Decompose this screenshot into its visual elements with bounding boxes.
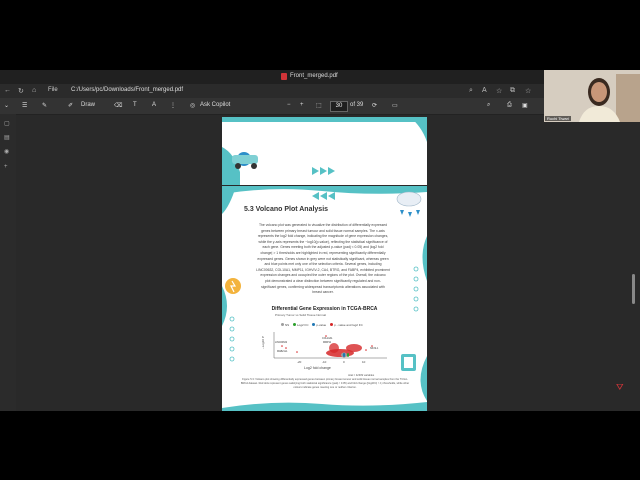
participant-name: Ruchi Tiwari (545, 116, 571, 121)
sidebar-tabs-icon[interactable]: ▢ (4, 120, 10, 127)
contents-icon[interactable]: ☰ (22, 102, 27, 109)
pdf-page-current: 5.3 Volcano Plot Analysis The volcano pl… (222, 186, 427, 411)
read-aloud-icon[interactable]: A (152, 102, 156, 108)
print-icon[interactable]: ⎙ (507, 102, 512, 109)
gene-label: MAB21L1 (277, 350, 288, 353)
x-tick: 10 (362, 360, 366, 364)
favorite-icon[interactable]: ☆ (496, 87, 502, 95)
copilot-icon[interactable]: ◎ (190, 102, 195, 109)
x-tick: 0 (343, 360, 345, 364)
favorites-icon[interactable]: ☆ (525, 87, 531, 95)
gene-label: MMP11 (323, 341, 332, 344)
screen: Front_merged.pdf ← ↻ ⌂ File C:/Users/pc/… (0, 70, 640, 411)
text-icon[interactable]: T (133, 102, 137, 108)
page-total: of 39 (350, 102, 364, 108)
draw-button[interactable]: Draw (81, 102, 95, 108)
ask-copilot-button[interactable]: Ask Copilot (200, 102, 230, 108)
webcam-overlay: Ruchi Tiwari (544, 70, 640, 122)
search-icon[interactable]: ⌕ (487, 102, 490, 109)
highlight-icon[interactable]: ✎ (42, 102, 47, 109)
x-tick: -20 (297, 360, 302, 364)
home-icon[interactable]: ⌂ (32, 87, 36, 94)
pdf-icon (281, 73, 287, 80)
scrollbar-thumb[interactable] (632, 274, 635, 304)
page-view-icon[interactable]: ▭ (392, 102, 398, 109)
left-sidebar: ▢ ▤ ◉ + (0, 114, 16, 411)
erase-icon[interactable]: ⌫ (114, 102, 122, 109)
vertical-scrollbar[interactable] (631, 114, 636, 404)
read-aloud-icon[interactable]: A (482, 87, 487, 94)
figure-caption: Figure 5.3: Volcano plot showing differe… (240, 378, 410, 389)
page-decoration (222, 117, 427, 185)
page-number-input[interactable]: 30 (330, 101, 348, 112)
save-icon[interactable]: ▣ (522, 102, 528, 109)
zoom-out-button[interactable]: − (287, 102, 291, 108)
file-label: File (48, 87, 58, 93)
zoom-in-button[interactable]: + (300, 102, 304, 108)
reload-icon[interactable]: ↻ (18, 87, 24, 95)
url-field[interactable]: C:/Users/pc/Downloads/Front_merged.pdf (71, 87, 183, 93)
x-tick: -10 (322, 360, 327, 364)
gene-label: COL10A1 (322, 337, 333, 340)
gene-label: NKX2-1 (370, 347, 379, 350)
sidebar-web-icon[interactable]: ◉ (4, 148, 9, 155)
x-axis-label: Log2 fold change (304, 366, 331, 370)
pdf-page-previous (222, 117, 427, 185)
draw-icon[interactable]: ✐ (68, 102, 73, 109)
collapse-icon[interactable]: ⌄ (4, 102, 9, 109)
sidebar-pdf-icon[interactable]: ▤ (4, 134, 10, 141)
rotate-icon[interactable]: ⟳ (372, 102, 377, 109)
fit-page-icon[interactable]: ⬚ (316, 102, 322, 109)
tabs-icon[interactable]: ⧉ (510, 87, 515, 95)
address-bar: ← ↻ ⌂ File C:/Users/pc/Downloads/Front_m… (0, 84, 544, 98)
gene-label: LINC00632 (275, 341, 288, 344)
window-title: Front_merged.pdf (290, 73, 338, 79)
sidebar-add-icon[interactable]: + (4, 164, 8, 170)
search-icon[interactable]: ⌕ (469, 87, 473, 95)
webcam-person-image (544, 70, 640, 122)
more-icon[interactable]: ⋮ (170, 102, 176, 109)
back-icon[interactable]: ← (4, 87, 11, 94)
y-axis-label: −Log10 P (261, 336, 265, 349)
adobe-acrobat-icon[interactable]: ⛛ (616, 382, 624, 393)
total-label: total = 42309 variables (348, 373, 375, 377)
pdf-toolbar: ⌄ ☰ ✎ ✐ Draw ⌫ T A ⋮ ◎ Ask Copilot − + ⬚… (0, 98, 544, 115)
